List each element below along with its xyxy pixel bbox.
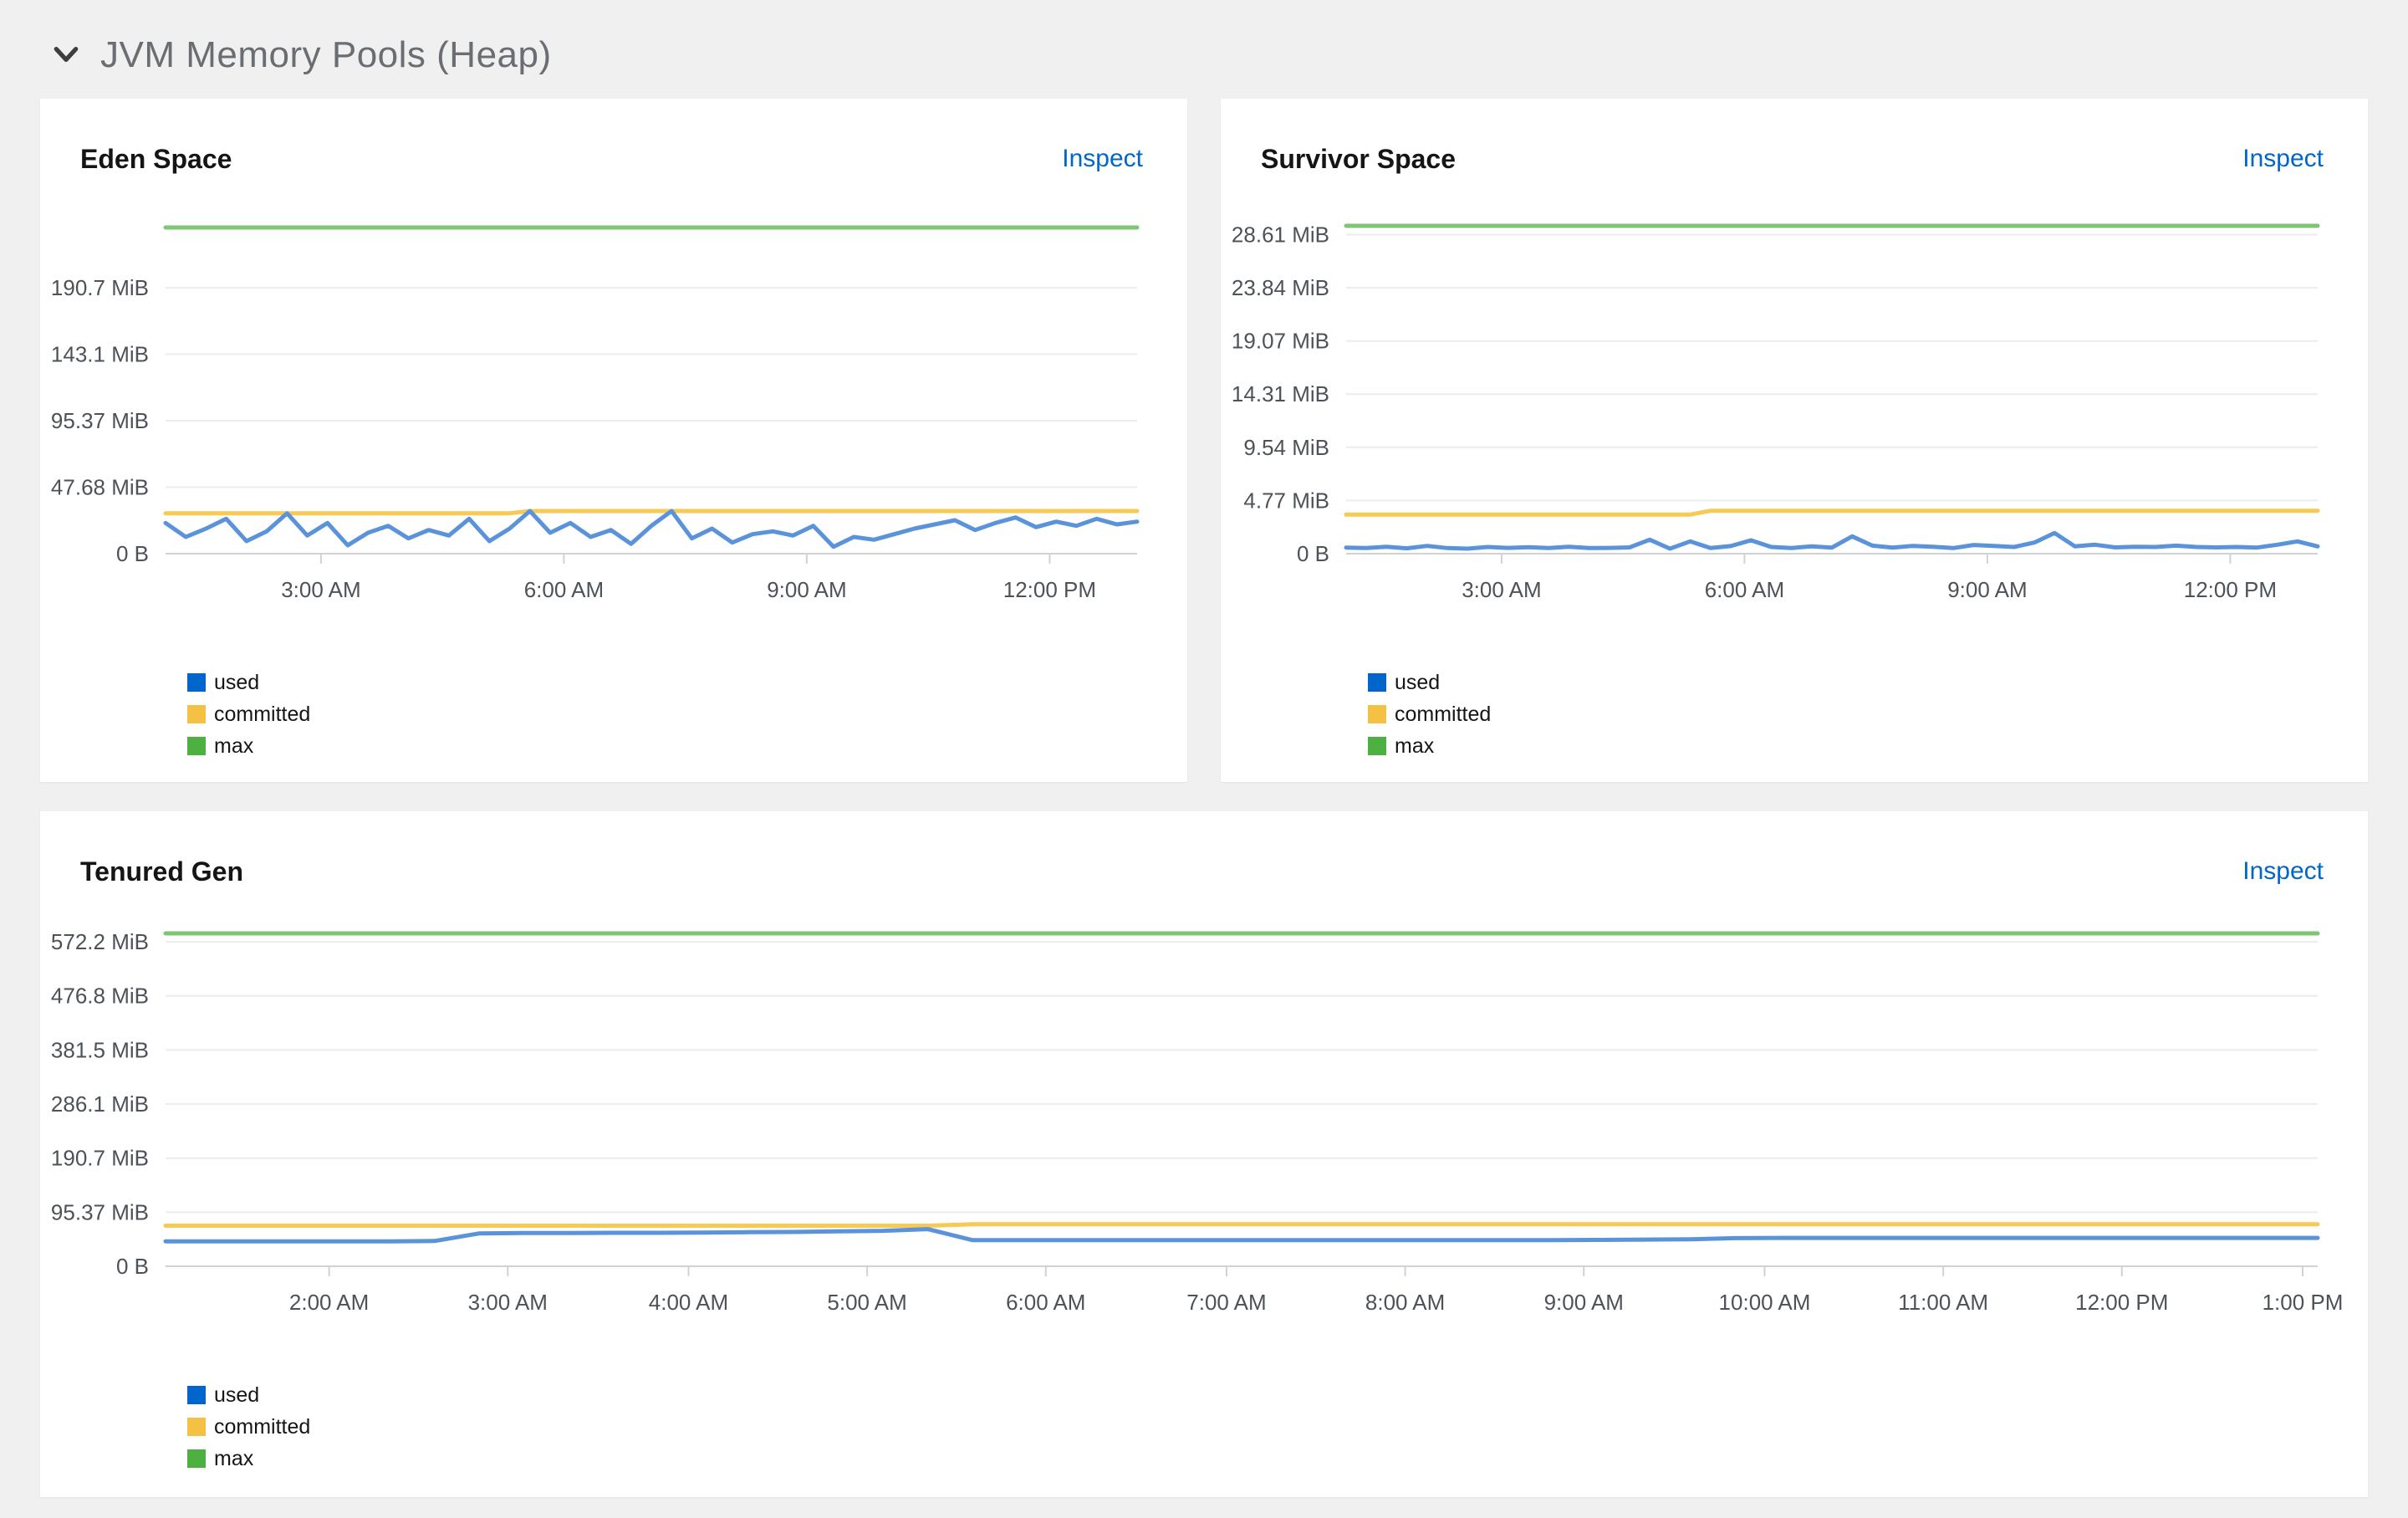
- x-tick-label: 3:00 AM: [1462, 577, 1541, 602]
- legend-label-used: used: [214, 1383, 260, 1407]
- legend-swatch-used: [187, 1386, 206, 1404]
- panel-head: Survivor Space Inspect: [1221, 99, 2368, 177]
- panel-title: Tenured Gen: [80, 856, 243, 887]
- panel-head: Tenured Gen Inspect: [40, 811, 2368, 890]
- section-title: JVM Memory Pools (Heap): [100, 34, 552, 75]
- chevron-down-icon: [52, 40, 80, 71]
- x-tick-label: 8:00 AM: [1365, 1290, 1445, 1315]
- panel-head: Eden Space Inspect: [40, 99, 1187, 177]
- legend-swatch-max: [187, 737, 206, 755]
- y-tick-label: 14.31 MiB: [1232, 381, 1329, 406]
- panel-title: Survivor Space: [1261, 143, 1456, 174]
- y-tick-label: 0 B: [1297, 541, 1329, 566]
- legend-swatch-committed: [187, 705, 206, 723]
- chart-legend: used committed max: [187, 668, 1187, 760]
- section-collapse-toggle[interactable]: [52, 40, 80, 71]
- y-tick-label: 476.8 MiB: [51, 984, 149, 1009]
- legend-item-committed: committed: [187, 700, 1187, 728]
- legend-label-max: max: [1395, 733, 1435, 758]
- y-tick-label: 9.54 MiB: [1243, 435, 1329, 460]
- panel-row-top: Eden Space Inspect 0 B 47.68 MiB 95.37 MiB…: [40, 99, 2368, 782]
- x-tick-label: 9:00 AM: [1544, 1290, 1624, 1315]
- y-tick-label: 190.7 MiB: [51, 275, 149, 300]
- inspect-link[interactable]: Inspect: [2242, 857, 2324, 886]
- x-tick-label: 6:00 AM: [524, 577, 604, 602]
- legend-swatch-used: [1368, 673, 1386, 692]
- legend-label-used: used: [1395, 670, 1441, 694]
- legend-label-max: max: [214, 1446, 254, 1470]
- y-tick-label: 4.77 MiB: [1243, 488, 1329, 513]
- x-tick-label: 10:00 AM: [1719, 1290, 1811, 1315]
- x-tick-label: 1:00 PM: [2263, 1290, 2344, 1315]
- series-line-committed: [163, 1222, 2320, 1228]
- y-tick-label: 47.68 MiB: [51, 475, 149, 500]
- y-tick-label: 28.61 MiB: [1232, 222, 1329, 248]
- tenured-gen-chart: 0 B 95.37 MiB 190.7 MiB 286.1 MiB 381.5 MiB 4…: [51, 929, 2344, 1315]
- legend-label-committed: committed: [214, 702, 311, 726]
- series-line-committed: [163, 509, 1140, 516]
- inspect-link[interactable]: Inspect: [1062, 145, 1143, 173]
- legend-item-max: max: [187, 732, 1187, 760]
- y-tick-label: 23.84 MiB: [1232, 275, 1329, 300]
- series-line-used: [163, 509, 1140, 549]
- legend-label-committed: committed: [1395, 702, 1492, 726]
- legend-swatch-used: [187, 673, 206, 692]
- y-tick-label: 143.1 MiB: [51, 342, 149, 367]
- y-tick-label: 95.37 MiB: [51, 1199, 149, 1224]
- x-tick-label: 11:00 AM: [1898, 1290, 1988, 1315]
- panel-survivor-space: Survivor Space Inspect 0 B 4.77 MiB 9.54 M…: [1221, 99, 2368, 782]
- legend-label-used: used: [214, 670, 260, 694]
- x-tick-label: 9:00 AM: [767, 577, 846, 602]
- section-header: JVM Memory Pools (Heap): [40, 0, 2368, 99]
- x-tick-label: 6:00 AM: [1006, 1290, 1085, 1315]
- x-tick-label: 7:00 AM: [1186, 1290, 1266, 1315]
- legend-item-committed: committed: [187, 1413, 2368, 1441]
- x-tick-label: 6:00 AM: [1705, 577, 1784, 602]
- legend-item-max: max: [187, 1444, 2368, 1473]
- x-tick-label: 9:00 AM: [1947, 577, 2027, 602]
- x-tick-label: 3:00 AM: [281, 577, 360, 602]
- legend-item-used: used: [187, 1381, 2368, 1409]
- chart-legend: used committed max: [1368, 668, 2368, 760]
- y-tick-label: 286.1 MiB: [51, 1091, 149, 1117]
- eden-space-chart: 0 B 47.68 MiB 95.37 MiB 143.1 MiB 190.7 MiB 3…: [51, 225, 1140, 602]
- legend-item-used: used: [187, 668, 1187, 697]
- panel-title: Eden Space: [80, 143, 232, 174]
- y-tick-label: 572.2 MiB: [51, 929, 149, 954]
- y-tick-label: 95.37 MiB: [51, 408, 149, 433]
- legend-item-used: used: [1368, 668, 2368, 697]
- x-tick-label: 12:00 PM: [2075, 1290, 2168, 1315]
- x-tick-label: 3:00 AM: [468, 1290, 548, 1315]
- x-tick-label: 2:00 AM: [289, 1290, 369, 1315]
- series-line-used: [163, 1227, 2320, 1244]
- x-tick-label: 12:00 PM: [1003, 577, 1096, 602]
- y-tick-label: 0 B: [116, 541, 149, 566]
- legend-label-committed: committed: [214, 1414, 311, 1439]
- legend-item-max: max: [1368, 732, 2368, 760]
- legend-swatch-max: [1368, 737, 1386, 755]
- series-line-committed: [1344, 509, 2320, 517]
- x-tick-label: 4:00 AM: [649, 1290, 728, 1315]
- legend-swatch-max: [187, 1449, 206, 1468]
- x-tick-label: 5:00 AM: [827, 1290, 906, 1315]
- y-tick-label: 19.07 MiB: [1232, 329, 1329, 354]
- legend-item-committed: committed: [1368, 700, 2368, 728]
- y-tick-label: 381.5 MiB: [51, 1037, 149, 1062]
- survivor-space-chart: 0 B 4.77 MiB 9.54 MiB 14.31 MiB 19.07 MiB 23.…: [1232, 222, 2320, 602]
- panel-eden-space: Eden Space Inspect 0 B 47.68 MiB 95.37 MiB…: [40, 99, 1187, 782]
- legend-swatch-committed: [187, 1418, 206, 1436]
- y-tick-label: 0 B: [116, 1254, 149, 1279]
- y-tick-label: 190.7 MiB: [51, 1146, 149, 1171]
- legend-swatch-committed: [1368, 705, 1386, 723]
- chart-legend: used committed max: [187, 1381, 2368, 1473]
- inspect-link[interactable]: Inspect: [2242, 145, 2324, 173]
- series-line-used: [1344, 530, 2320, 551]
- legend-label-max: max: [214, 733, 254, 758]
- panel-tenured-gen: Tenured Gen Inspect 0 B 95.37 MiB 190.7 Mi…: [40, 811, 2368, 1497]
- x-tick-label: 12:00 PM: [2184, 577, 2277, 602]
